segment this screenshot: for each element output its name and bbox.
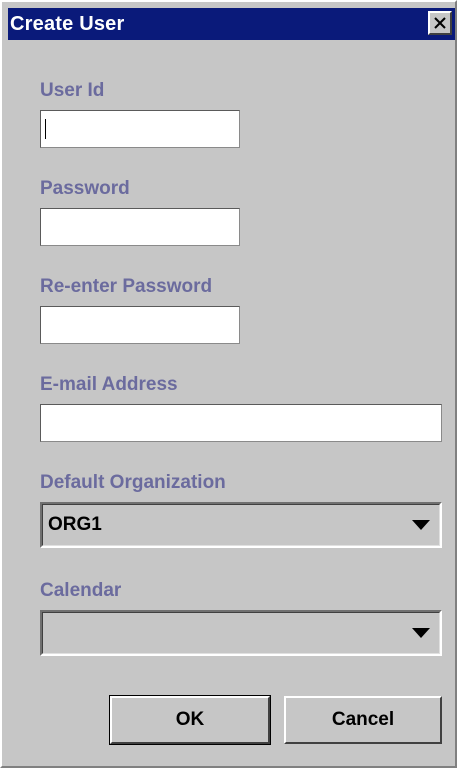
dialog-title: Create User xyxy=(10,13,125,35)
user-id-field[interactable] xyxy=(40,110,240,148)
chevron-down-icon[interactable] xyxy=(412,520,430,530)
create-user-dialog: Create User User Id Password Re-enter Pa… xyxy=(0,0,457,768)
ok-button[interactable]: OK xyxy=(109,695,271,745)
reenter-password-field[interactable] xyxy=(40,306,240,344)
cancel-button[interactable]: Cancel xyxy=(284,696,442,744)
chevron-down-icon[interactable] xyxy=(412,628,430,638)
default-organization-select[interactable]: ORG1 xyxy=(40,502,442,548)
password-label: Password xyxy=(40,178,130,199)
close-icon xyxy=(434,17,446,29)
reenter-password-label: Re-enter Password xyxy=(40,276,213,297)
email-label: E-mail Address xyxy=(40,374,178,395)
default-organization-label: Default Organization xyxy=(40,472,226,493)
password-field[interactable] xyxy=(40,208,240,246)
default-organization-value: ORG1 xyxy=(48,514,102,535)
calendar-select[interactable] xyxy=(40,610,442,656)
combo-frame xyxy=(42,612,440,654)
text-caret xyxy=(45,119,46,139)
title-bar[interactable]: Create User xyxy=(8,8,455,40)
calendar-label: Calendar xyxy=(40,580,122,601)
email-field[interactable] xyxy=(40,404,442,442)
user-id-label: User Id xyxy=(40,80,105,101)
close-button[interactable] xyxy=(428,11,452,35)
